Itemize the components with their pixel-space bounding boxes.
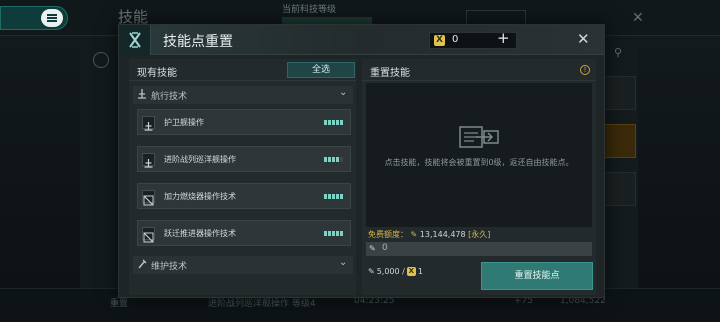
chevron-down-icon: ⌄ <box>339 87 348 98</box>
category-label: 维护技术 <box>151 262 188 272</box>
chevron-down-icon: ⌄ <box>339 257 348 268</box>
skill-icon <box>142 227 155 243</box>
skill-point-input[interactable]: ✎ 0 <box>366 242 592 256</box>
skill-token-icon: X <box>406 267 416 276</box>
background-card-gold <box>600 124 636 158</box>
background-card <box>600 172 636 206</box>
skill-point-icon: ✎ <box>368 267 375 276</box>
reset-skills-panel: 重置技能 ! 点击技能，技能将会被重置到0级，返还自由技能点。 免费额度： ✎ … <box>362 59 596 295</box>
background-menu-pill <box>0 6 68 30</box>
skill-label: 加力燃烧器操作技术 <box>164 192 236 201</box>
current-skills-panel: 现有技能 全选 航行技术 ⌄ 护卫舰操作 进阶战列巡洋舰操作 加力燃烧器操作技术… <box>129 59 356 295</box>
skill-item-battlecruiser[interactable]: 进阶战列巡洋舰操作 <box>137 146 351 172</box>
current-skills-title: 现有技能 <box>137 68 177 79</box>
reset-cost: ✎ 5,000 / X 1 <box>368 267 423 276</box>
skill-level-indicator <box>324 231 343 236</box>
free-quota-value: 13,144,478 <box>419 230 466 239</box>
background-search-icon: ⚲ <box>614 46 623 59</box>
skill-level-indicator <box>324 194 343 199</box>
menu-icon[interactable] <box>41 9 63 27</box>
skill-token-icon: X <box>434 35 445 46</box>
skill-level-indicator <box>324 157 343 162</box>
skill-points-icon: ✎ <box>369 244 376 253</box>
skill-icon <box>142 116 155 131</box>
skill-icon <box>142 190 155 206</box>
background-card <box>600 76 636 110</box>
currency-value: 0 <box>452 34 459 45</box>
transfer-list-icon <box>459 126 499 148</box>
free-quota-tag: [永久] <box>468 230 491 239</box>
dialog-title: 技能点重置 <box>163 34 233 50</box>
skill-item-afterburner[interactable]: 加力燃烧器操作技术 <box>137 183 351 209</box>
free-quota-row: 免费额度： ✎ 13,144,478 [永久] <box>368 229 490 240</box>
skill-point-icon: ✎ <box>410 230 418 239</box>
reset-selection-area: 点击技能，技能将会被重置到0级，返还自由技能点。 <box>366 83 592 227</box>
ship-category-icon <box>138 89 146 99</box>
wrench-category-icon <box>138 259 147 269</box>
reset-skills-header: 重置技能 ! <box>362 59 596 81</box>
skill-reset-dialog: 技能点重置 X 0 + ✕ 现有技能 全选 航行技术 ⌄ 护卫舰操作 进阶战列巡… <box>118 24 605 298</box>
skill-point-input-value: 0 <box>382 243 388 253</box>
select-all-button[interactable]: 全选 <box>287 62 355 78</box>
free-quota-label: 免费额度： <box>368 230 408 239</box>
skill-logo-icon <box>119 25 151 55</box>
category-navigation[interactable]: 航行技术 ⌄ <box>133 86 353 104</box>
background-close-icon: ✕ <box>632 10 644 26</box>
background-left-column <box>80 40 120 290</box>
skill-label: 跃迁推进器操作技术 <box>164 229 236 238</box>
close-button[interactable]: ✕ <box>577 29 590 49</box>
reset-skills-title: 重置技能 <box>370 68 410 79</box>
background-tech-level-label: 当前科技等级 <box>282 5 337 15</box>
background-avatar <box>93 52 109 68</box>
info-icon[interactable]: ! <box>580 65 590 75</box>
add-currency-button[interactable]: + <box>497 28 510 48</box>
skill-item-warp-drive[interactable]: 跃迁推进器操作技术 <box>137 220 351 246</box>
skill-label: 进阶战列巡洋舰操作 <box>164 155 236 164</box>
reset-skill-points-button[interactable]: 重置技能点 <box>481 262 593 290</box>
category-label: 航行技术 <box>151 92 188 102</box>
category-maintenance[interactable]: 维护技术 ⌄ <box>133 256 353 274</box>
current-skills-header: 现有技能 全选 <box>129 59 356 81</box>
skill-label: 护卫舰操作 <box>164 118 204 127</box>
cost-token-count: 1 <box>417 267 423 276</box>
dialog-header: 技能点重置 X 0 + ✕ <box>119 25 604 55</box>
skill-item-frigate[interactable]: 护卫舰操作 <box>137 109 351 135</box>
skill-icon <box>142 153 155 168</box>
cost-value: 5,000 / <box>376 267 405 276</box>
skill-level-indicator <box>324 120 343 125</box>
empty-hint-text: 点击技能，技能将会被重置到0级，返还自由技能点。 <box>384 158 574 167</box>
